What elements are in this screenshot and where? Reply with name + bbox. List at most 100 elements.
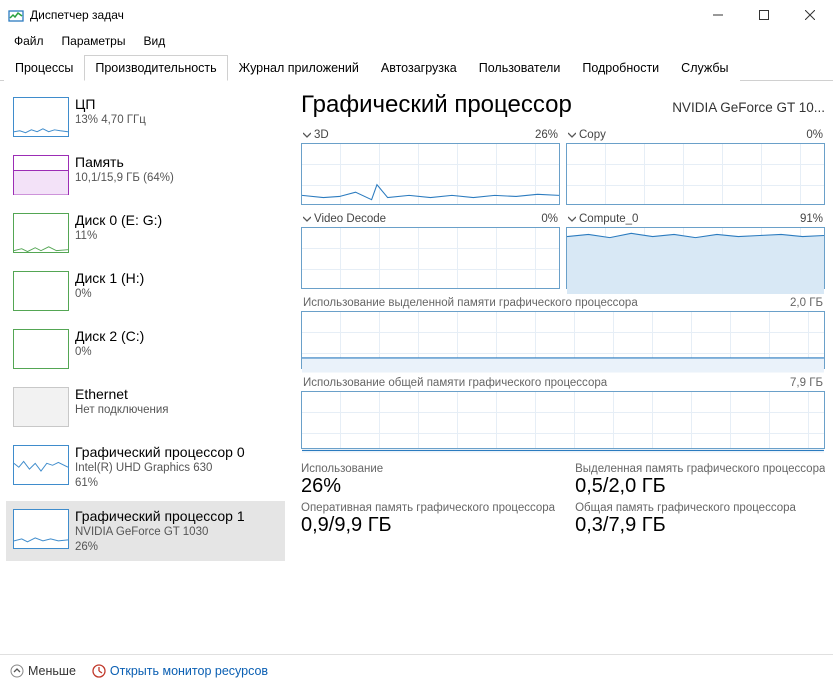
close-button[interactable]: [787, 0, 833, 30]
sidebar-item-label: Ethernet: [75, 385, 169, 403]
cpu-thumb: [13, 97, 69, 137]
gpu-heading: Графический процессор: [301, 91, 572, 119]
engine-video-decode-selector[interactable]: Video Decode: [303, 213, 386, 225]
menubar: Файл Параметры Вид: [0, 30, 833, 52]
tab-performance[interactable]: Производительность: [84, 55, 227, 81]
menu-file[interactable]: Файл: [6, 32, 52, 50]
sidebar-item-sub2: 26%: [75, 540, 245, 555]
stat-dedicated-label: Выделенная память графического процессор…: [575, 463, 825, 475]
open-resource-monitor-label: Открыть монитор ресурсов: [110, 664, 268, 678]
gpu-stats: Использование 26% Выделенная память граф…: [301, 463, 825, 537]
sidebar-item-label: ЦП: [75, 95, 146, 113]
sidebar-item-cpu[interactable]: ЦП 13% 4,70 ГГц: [6, 89, 285, 143]
sidebar-item-label: Диск 2 (C:): [75, 327, 144, 345]
sidebar-item-label: Память: [75, 153, 174, 171]
disk2-thumb: [13, 329, 69, 369]
gpu0-thumb: [13, 445, 69, 485]
chevron-down-icon: [568, 215, 576, 223]
memory-thumb: [13, 155, 69, 195]
engine-copy-pct: 0%: [806, 129, 823, 141]
shared-mem-chart[interactable]: [301, 391, 825, 449]
sidebar-item-label: Диск 1 (H:): [75, 269, 144, 287]
app-icon: [8, 7, 24, 23]
tab-startup[interactable]: Автозагрузка: [370, 55, 468, 81]
stat-utilization: Использование 26%: [301, 463, 555, 498]
dedicated-mem-chart[interactable]: [301, 311, 825, 369]
shared-mem-max: 7,9 ГБ: [790, 377, 823, 389]
sidebar-item-sub: NVIDIA GeForce GT 1030: [75, 525, 245, 540]
tab-details[interactable]: Подробности: [571, 55, 670, 81]
sidebar-item-label: Диск 0 (E: G:): [75, 211, 162, 229]
gpu-engine-grid: 3D 26% Copy 0%: [301, 127, 825, 289]
stat-utilization-value: 26%: [301, 475, 555, 498]
gpu-header: Графический процессор NVIDIA GeForce GT …: [301, 91, 825, 119]
resource-monitor-icon: [92, 664, 106, 678]
sidebar-item-label: Графический процессор 0: [75, 443, 245, 461]
engine-compute0-chart[interactable]: [566, 227, 825, 289]
main-area: ЦП 13% 4,70 ГГц Память 10,1/15,9 ГБ (64%…: [0, 81, 833, 654]
maximize-button[interactable]: [741, 0, 787, 30]
shared-mem-row: Использование общей памяти графического …: [301, 377, 825, 391]
sidebar-item-gpu1[interactable]: Графический процессор 1 NVIDIA GeForce G…: [6, 501, 285, 561]
engine-copy-chart[interactable]: [566, 143, 825, 205]
minimize-button[interactable]: [695, 0, 741, 30]
gpu1-thumb: [13, 509, 69, 549]
engine-3d-selector[interactable]: 3D: [303, 129, 329, 141]
sidebar-item-sub: 11%: [75, 229, 162, 244]
stat-gpu-ram-value: 0,9/9,9 ГБ: [301, 514, 555, 537]
engine-compute0-cell: Compute_0 91%: [566, 211, 825, 289]
chevron-down-icon: [303, 131, 311, 139]
menu-view[interactable]: Вид: [135, 32, 173, 50]
dedicated-mem-row: Использование выделенной памяти графичес…: [301, 297, 825, 311]
engine-video-decode-pct: 0%: [541, 213, 558, 225]
sidebar-item-disk2[interactable]: Диск 2 (C:) 0%: [6, 321, 285, 375]
menu-options[interactable]: Параметры: [54, 32, 134, 50]
stat-gpu-ram-label: Оперативная память графического процессо…: [301, 502, 555, 514]
gpu-panel: Графический процессор NVIDIA GeForce GT …: [285, 81, 833, 654]
open-resource-monitor[interactable]: Открыть монитор ресурсов: [92, 664, 268, 678]
sidebar-item-sub: Нет подключения: [75, 403, 169, 418]
engine-copy-selector[interactable]: Copy: [568, 129, 606, 141]
sidebar-item-sub2: 61%: [75, 476, 245, 491]
tab-services[interactable]: Службы: [670, 55, 739, 81]
disk0-thumb: [13, 213, 69, 253]
sidebar-item-label: Графический процессор 1: [75, 507, 245, 525]
engine-video-decode-label: Video Decode: [314, 213, 386, 225]
gpu-name: NVIDIA GeForce GT 10...: [672, 100, 825, 115]
sidebar-item-gpu0[interactable]: Графический процессор 0 Intel(R) UHD Gra…: [6, 437, 285, 497]
stat-dedicated: Выделенная память графического процессор…: [575, 463, 825, 498]
engine-video-decode-cell: Video Decode 0%: [301, 211, 560, 289]
engine-3d-chart[interactable]: [301, 143, 560, 205]
engine-compute0-label: Compute_0: [579, 213, 638, 225]
sidebar-item-sub: 0%: [75, 345, 144, 360]
stat-shared-label: Общая память графического процессора: [575, 502, 825, 514]
sidebar-item-memory[interactable]: Память 10,1/15,9 ГБ (64%): [6, 147, 285, 201]
sidebar-item-ethernet[interactable]: Ethernet Нет подключения: [6, 379, 285, 433]
window-title: Диспетчер задач: [30, 8, 124, 22]
sidebar-item-sub: 0%: [75, 287, 144, 302]
shared-mem-label: Использование общей памяти графического …: [303, 377, 607, 389]
sidebar-item-disk0[interactable]: Диск 0 (E: G:) 11%: [6, 205, 285, 259]
tab-app-history[interactable]: Журнал приложений: [228, 55, 370, 81]
engine-compute0-pct: 91%: [800, 213, 823, 225]
sidebar-item-sub: 10,1/15,9 ГБ (64%): [75, 171, 174, 186]
engine-3d-cell: 3D 26%: [301, 127, 560, 205]
dedicated-mem-label: Использование выделенной памяти графичес…: [303, 297, 638, 309]
sidebar-item-disk1[interactable]: Диск 1 (H:) 0%: [6, 263, 285, 317]
chevron-down-icon: [303, 215, 311, 223]
stat-gpu-ram: Оперативная память графического процессо…: [301, 502, 555, 537]
engine-3d-pct: 26%: [535, 129, 558, 141]
titlebar: Диспетчер задач: [0, 0, 833, 30]
engine-3d-label: 3D: [314, 129, 329, 141]
engine-compute0-selector[interactable]: Compute_0: [568, 213, 638, 225]
footer: Меньше Открыть монитор ресурсов: [0, 654, 833, 686]
tab-processes[interactable]: Процессы: [4, 55, 84, 81]
tab-users[interactable]: Пользователи: [468, 55, 572, 81]
engine-video-decode-chart[interactable]: [301, 227, 560, 289]
fewer-details-button[interactable]: Меньше: [10, 664, 76, 678]
disk1-thumb: [13, 271, 69, 311]
tabs-row: Процессы Производительность Журнал прило…: [0, 54, 833, 81]
stat-shared: Общая память графического процессора 0,3…: [575, 502, 825, 537]
stat-shared-value: 0,3/7,9 ГБ: [575, 514, 825, 537]
engine-copy-cell: Copy 0%: [566, 127, 825, 205]
